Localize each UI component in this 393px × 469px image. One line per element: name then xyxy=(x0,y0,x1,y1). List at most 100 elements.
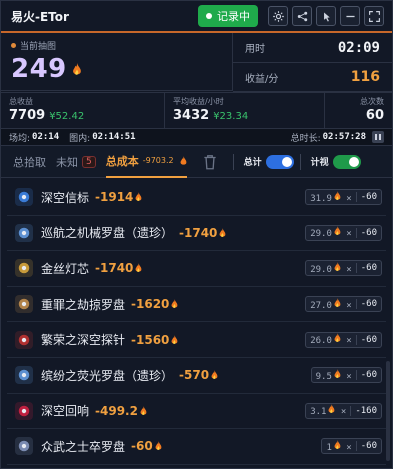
item-price-pill: 27.0 × -60 xyxy=(305,296,382,313)
total-count: 总次数 60 xyxy=(324,93,392,128)
settings-button[interactable] xyxy=(268,6,288,26)
pause-button[interactable] xyxy=(372,131,384,143)
item-name: 深空信标 xyxy=(41,190,90,205)
total-time-value: 02:57:28 xyxy=(322,132,366,142)
item-name: 缤纷之荧光罗盘（遗珍） xyxy=(41,368,174,383)
unknown-badge: 5 xyxy=(82,155,96,168)
count-toggle[interactable] xyxy=(332,154,361,169)
stats-panel: 当前抽图 249 用时 02:09 收益/分 116 xyxy=(1,33,392,93)
total-time-label: 总时长: xyxy=(290,133,321,144)
item-price: 26.0 xyxy=(310,336,332,347)
item-cost: -1740 xyxy=(95,261,134,276)
item-price-pill: 31.9 × -60 xyxy=(305,189,382,206)
list-item[interactable]: 缤纷之荧光罗盘（遗珍） -570 9.5 × -60 xyxy=(7,358,386,394)
item-cost: -1740 xyxy=(179,225,218,240)
list-item[interactable]: 众武之士卒罗盘 -60 1 × -60 xyxy=(7,429,386,465)
item-name: 繁荣之深空探针 xyxy=(41,333,126,348)
item-name: 重罪之劫掠罗盘 xyxy=(41,297,126,312)
item-cost: -499.2 xyxy=(95,403,138,418)
list-item[interactable]: 金丝灯芯 -1740 29.0 × -60 xyxy=(7,251,386,287)
expand-icon xyxy=(368,10,380,22)
compass-icon xyxy=(15,295,33,314)
share-icon xyxy=(297,11,307,21)
app-title: 易火-ETor xyxy=(11,9,69,24)
total-toggle[interactable] xyxy=(265,154,294,169)
compass-icon xyxy=(15,366,33,385)
field-value: 02:14 xyxy=(32,132,60,142)
current-map-cell: 当前抽图 249 xyxy=(1,33,233,91)
item-price-pill: 3.1 × -160 xyxy=(305,402,382,419)
map-dot-icon xyxy=(11,43,16,48)
cost-total: -9703.2 xyxy=(142,156,174,165)
in-map-value: 02:14:51 xyxy=(92,132,136,142)
item-cost: -60 xyxy=(131,439,153,454)
minimize-button[interactable] xyxy=(340,6,360,26)
tab-unknown[interactable]: 未知 5 xyxy=(56,146,96,178)
tab-cost[interactable]: 总成本 -9703.2 xyxy=(105,146,187,178)
app-window: 易火-ETor 记录中 当前抽图 249 用时 02:09 收益/分 116 总… xyxy=(0,0,393,469)
item-price-pill: 9.5 × -60 xyxy=(310,367,382,384)
item-qty: -60 xyxy=(355,227,381,238)
map-value: 249 xyxy=(11,54,67,84)
item-price: 29.0 xyxy=(310,264,332,275)
item-price-pill: 1 × -60 xyxy=(321,438,382,455)
list-item[interactable]: 重罪之劫掠罗盘 -1620 27.0 × -60 xyxy=(7,287,386,323)
list-item[interactable]: 巡航之机械罗盘（遗珍） -1740 29.0 × -60 xyxy=(7,216,386,252)
compass-icon xyxy=(15,437,33,456)
expand-button[interactable] xyxy=(364,6,384,26)
item-qty: -60 xyxy=(355,299,381,310)
item-name: 深空回响 xyxy=(41,404,90,419)
item-price: 27.0 xyxy=(310,300,332,311)
kpi-row: 总收益 7709 ¥52.42 平均收益/小时 3432 ¥23.34 总次数 60 xyxy=(1,93,392,129)
gear-icon xyxy=(272,10,284,22)
item-price: 3.1 xyxy=(310,407,327,418)
time-row: 用时 02:09 xyxy=(233,33,392,62)
total-income: 总收益 7709 ¥52.42 xyxy=(9,97,85,123)
total-toggle-group: 总计 xyxy=(244,154,294,169)
item-price-pill: 29.0 × -60 xyxy=(305,224,382,241)
title-bar: 易火-ETor 记录中 xyxy=(1,1,392,33)
item-qty: -60 xyxy=(355,370,381,381)
tab-pickup[interactable]: 总拾取 xyxy=(13,146,46,178)
avg-hour-income: 平均收益/小时 3432 ¥23.34 xyxy=(164,93,324,128)
list-item[interactable]: 深空信标 -1914 31.9 × -60 xyxy=(7,180,386,216)
timer-bar: 场均: 02:14 图内: 02:14:51 总时长: 02:57:28 xyxy=(1,129,392,146)
compass-icon xyxy=(15,223,33,242)
scrollbar[interactable] xyxy=(386,361,390,461)
item-cost: -1620 xyxy=(131,297,170,312)
record-dot-icon xyxy=(206,13,212,19)
count-toggle-group: 计视 xyxy=(311,154,361,169)
map-label: 当前抽图 xyxy=(20,42,57,52)
cost-list: 深空信标 -1914 31.9 × -60 巡航之机械罗盘（遗珍） -1740 29.0 ×… xyxy=(1,178,392,465)
item-price: 31.9 xyxy=(310,193,332,204)
flame-icon xyxy=(72,62,81,75)
item-price: 9.5 xyxy=(315,371,332,382)
pick-button[interactable] xyxy=(316,6,336,26)
probe-icon xyxy=(15,330,33,349)
item-qty: -60 xyxy=(355,441,381,452)
minimize-icon xyxy=(345,15,355,17)
wick-icon xyxy=(15,259,33,278)
item-qty: -60 xyxy=(355,263,381,274)
share-button[interactable] xyxy=(292,6,312,26)
item-price-pill: 26.0 × -60 xyxy=(305,331,382,348)
in-map-label: 图内: xyxy=(69,133,91,144)
time-value: 02:09 xyxy=(337,39,380,56)
rate-row: 收益/分 116 xyxy=(233,62,392,91)
field-label: 场均: xyxy=(9,133,31,144)
item-price: 1 xyxy=(326,442,332,453)
item-name: 巡航之机械罗盘（遗珍） xyxy=(41,226,174,241)
rate-value: 116 xyxy=(350,69,380,85)
item-name: 金丝灯芯 xyxy=(41,261,90,276)
item-cost: -1560 xyxy=(131,332,170,347)
echo-icon xyxy=(15,401,33,420)
list-item[interactable]: 深空回响 -499.2 3.1 × -160 xyxy=(7,394,386,430)
item-cost: -570 xyxy=(179,368,210,383)
rate-label: 收益/分 xyxy=(245,73,279,85)
beacon-icon xyxy=(15,188,33,207)
trash-icon[interactable] xyxy=(201,153,219,171)
item-price: 29.0 xyxy=(310,229,332,240)
list-item[interactable]: 繁荣之深空探针 -1560 26.0 × -60 xyxy=(7,322,386,358)
item-price-pill: 29.0 × -60 xyxy=(305,260,382,277)
record-button[interactable]: 记录中 xyxy=(198,5,258,27)
